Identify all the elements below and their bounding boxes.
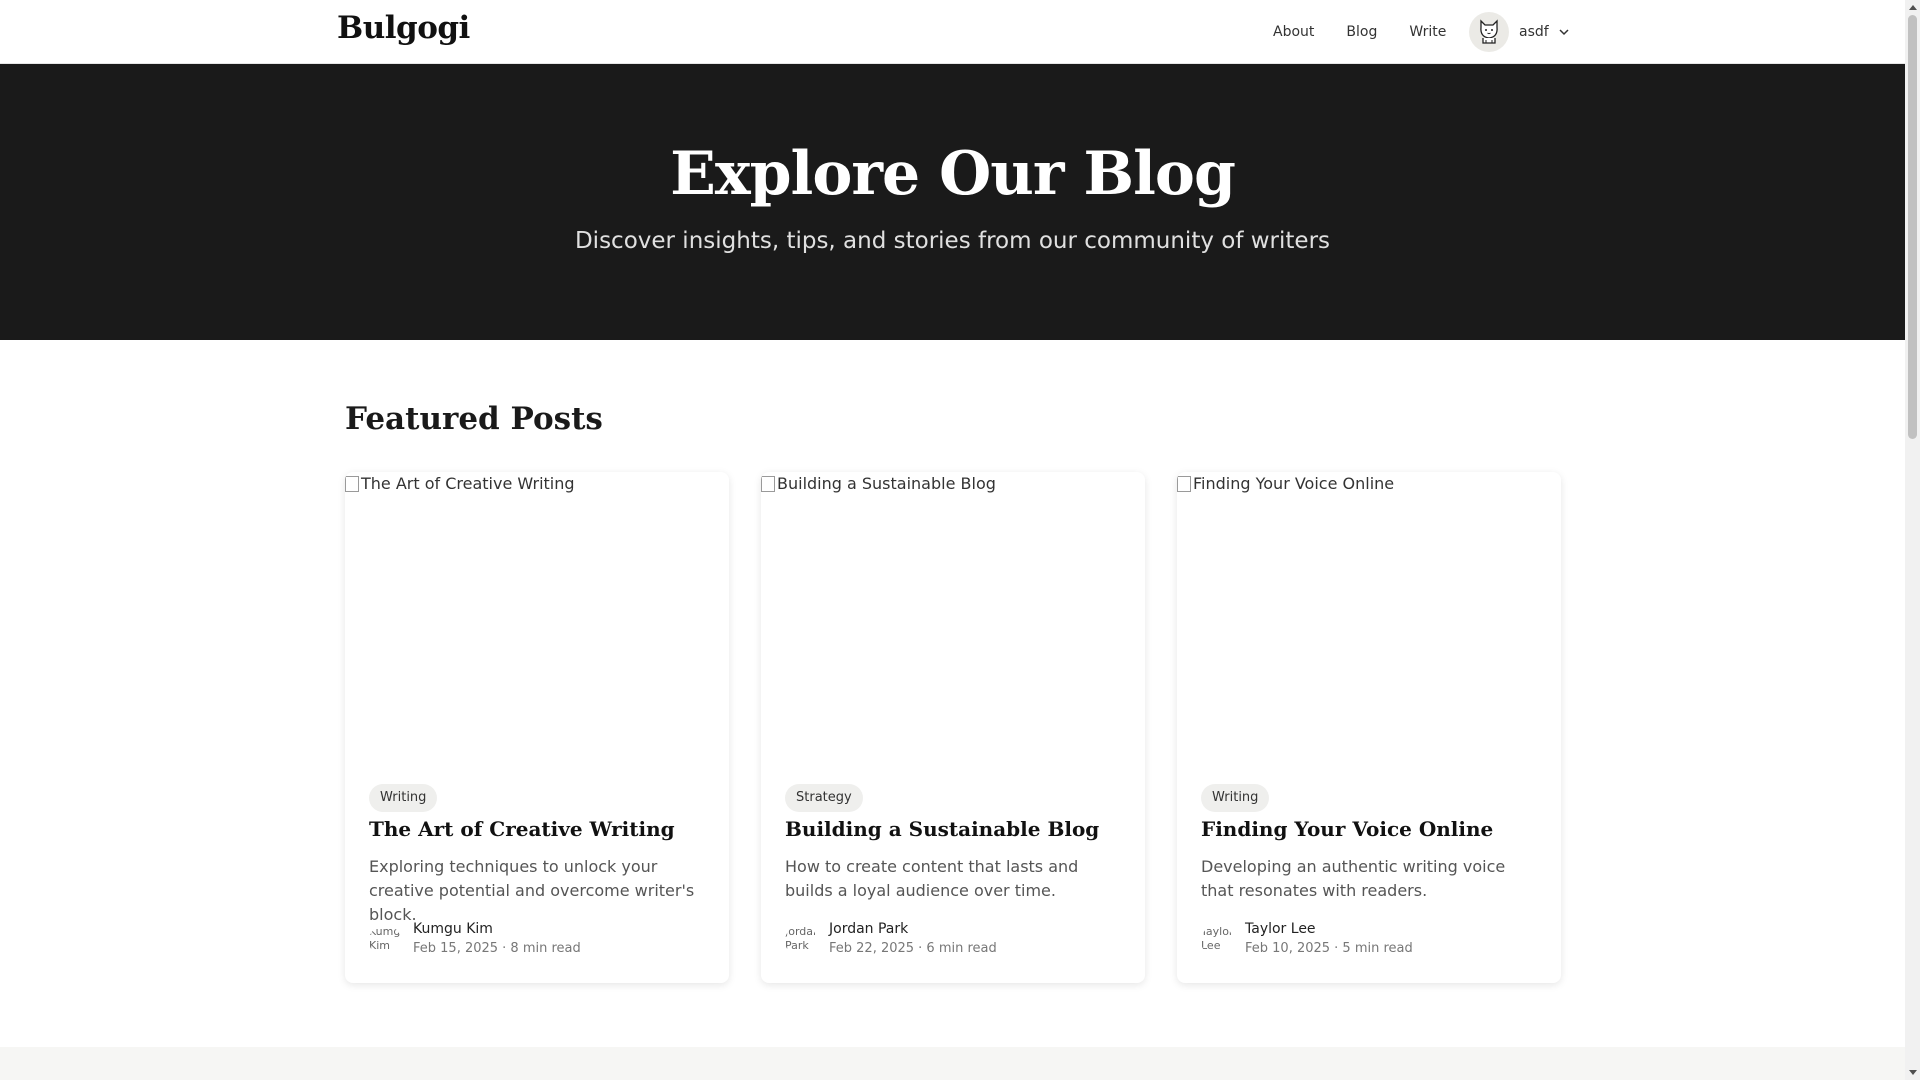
post-cover-image[interactable]: The Art of Creative Writing — [345, 472, 729, 760]
main-nav: About Blog Write — [1273, 0, 1478, 64]
post-meta: Feb 15, 2025 · 8 min read — [413, 941, 581, 956]
author-name: Jordan Park — [829, 921, 909, 937]
post-meta: Feb 10, 2025 · 5 min read — [1245, 941, 1413, 956]
next-section — [0, 1047, 1905, 1080]
site-header: Bulgogi About Blog Write asdf — [0, 0, 1905, 64]
author-name: Taylor Lee — [1245, 921, 1316, 937]
author-name: Kumgu Kim — [413, 921, 493, 937]
scroll-down-icon[interactable] — [1905, 1065, 1920, 1080]
user-menu[interactable]: asdf — [1469, 12, 1570, 52]
post-cover-image[interactable]: Building a Sustainable Blog — [761, 472, 1145, 760]
post-cover-image[interactable]: Finding Your Voice Online — [1177, 472, 1561, 760]
hero-subtitle: Discover insights, tips, and stories fro… — [574, 228, 1331, 254]
post-card[interactable]: Building a Sustainable Blog Strategy Bui… — [761, 472, 1145, 983]
post-excerpt: Exploring techniques to unlock your crea… — [369, 857, 695, 924]
broken-image-icon — [1177, 476, 1191, 492]
site-logo[interactable]: Bulgogi — [337, 10, 470, 46]
post-category-tag[interactable]: Writing — [369, 784, 438, 812]
post-card[interactable]: Finding Your Voice Online Writing Findin… — [1177, 472, 1561, 983]
nav-about-link[interactable]: About — [1273, 24, 1314, 40]
post-category-tag[interactable]: Strategy — [785, 784, 863, 812]
post-card[interactable]: The Art of Creative Writing Writing The … — [345, 472, 729, 983]
cat-avatar-icon[interactable] — [1469, 12, 1509, 52]
post-excerpt: How to create content that lasts and bui… — [785, 857, 1079, 900]
nav-blog-link[interactable]: Blog — [1346, 24, 1377, 40]
post-meta: Feb 22, 2025 · 6 min read — [829, 941, 997, 956]
page-scrollbar[interactable] — [1905, 0, 1920, 1080]
post-image-alt: Building a Sustainable Blog — [777, 474, 996, 493]
author-avatar: Kumgu Kim — [369, 925, 401, 952]
broken-image-icon — [761, 476, 775, 492]
featured-posts-heading: Featured Posts — [345, 401, 603, 437]
post-excerpt: Developing an authentic writing voice th… — [1201, 857, 1506, 900]
nav-write-link[interactable]: Write — [1409, 24, 1446, 40]
hero-banner: Explore Our Blog Discover insights, tips… — [0, 64, 1905, 340]
author-avatar: Taylor Lee — [1201, 925, 1233, 952]
post-title[interactable]: The Art of Creative Writing — [369, 817, 675, 841]
post-title[interactable]: Building a Sustainable Blog — [785, 817, 1099, 841]
scrollbar-thumb[interactable] — [1908, 15, 1917, 439]
hero-title: Explore Our Blog — [670, 139, 1236, 209]
username-label[interactable]: asdf — [1519, 24, 1549, 40]
chevron-down-icon[interactable] — [1558, 28, 1570, 36]
author-avatar: Jordan Park — [785, 925, 817, 952]
post-image-alt: The Art of Creative Writing — [361, 474, 575, 493]
post-title[interactable]: Finding Your Voice Online — [1201, 817, 1493, 841]
post-image-alt: Finding Your Voice Online — [1193, 474, 1395, 493]
post-category-tag[interactable]: Writing — [1201, 784, 1270, 812]
scroll-up-icon[interactable] — [1905, 0, 1920, 15]
broken-image-icon — [345, 476, 359, 492]
